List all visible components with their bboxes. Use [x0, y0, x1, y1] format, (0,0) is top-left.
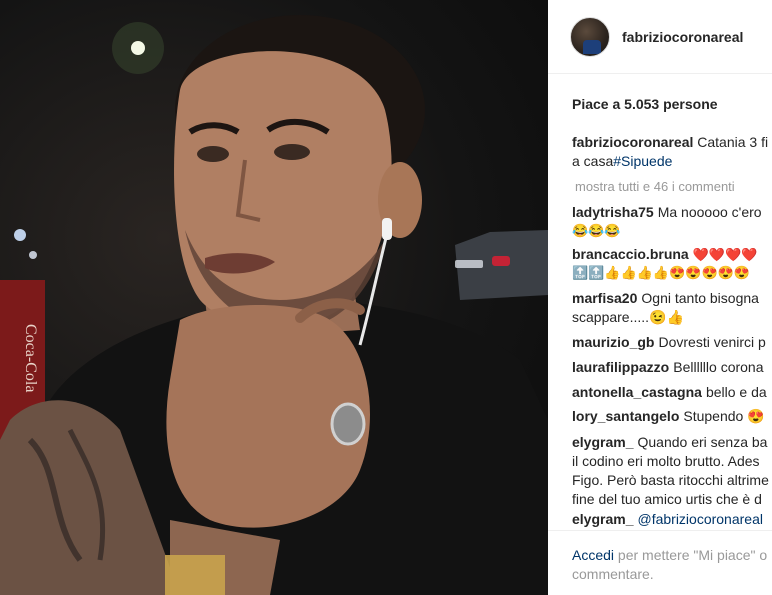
profile-avatar[interactable] — [570, 16, 610, 57]
login-prompt-text: per mettere "Mi piace" o — [617, 547, 768, 563]
login-prompt: Accedi per mettere "Mi piace" o commenta… — [548, 530, 772, 584]
login-prompt-text-line2: commentare. — [572, 566, 654, 582]
login-link[interactable]: Accedi — [572, 547, 614, 563]
comment-username[interactable]: elygram_ — [572, 434, 633, 450]
comment-username[interactable]: lory_santangelo — [572, 408, 679, 424]
comment-text: Dovresti venirci p — [658, 334, 766, 350]
comment-username[interactable]: maurizio_gb — [572, 334, 654, 350]
caption-text-line2: a casa — [572, 153, 614, 169]
comment-emoji: 😂😂😂 — [572, 223, 621, 238]
comment-username[interactable]: elygram_ — [572, 511, 633, 527]
comment-item: elygram_ Quando eri senza ba il codino er… — [572, 433, 772, 509]
comment-item: lory_santangelo Stupendo 😍 — [572, 407, 772, 426]
post-details-panel: fabriziocoronareal Piace a 5.053 persone… — [548, 0, 772, 595]
caption-hashtag[interactable]: #Sipuede — [613, 153, 672, 169]
comment-emoji: ❤️❤️❤️❤️ — [692, 247, 758, 262]
comment-item: brancaccio.bruna ❤️❤️❤️❤️ 🔝🔝👍👍👍👍😍😍😍😍😍 — [572, 245, 772, 282]
caption-username[interactable]: fabriziocoronareal — [572, 134, 693, 150]
comment-username[interactable]: brancaccio.bruna — [572, 246, 689, 262]
comment-text: Stupendo 😍 — [683, 408, 765, 424]
comment-text: Quando eri senza ba — [637, 434, 768, 450]
comment-item: elygram_ @fabriziocoronareal — [572, 510, 772, 529]
comment-username[interactable]: laurafilippazzo — [572, 359, 669, 375]
comment-username[interactable]: antonella_castagna — [572, 384, 702, 400]
likes-count[interactable]: Piace a 5.053 persone — [572, 96, 718, 112]
comment-item: ladytrisha75 Ma nooooo c'ero 😂😂😂 — [572, 203, 772, 240]
caption-text: Catania 3 fi — [697, 134, 769, 150]
comment-item: laurafilippazzo Bellllllo corona — [572, 358, 772, 377]
comment-emoji-line2: 🔝🔝👍👍👍👍😍😍😍😍😍 — [572, 265, 751, 280]
comment-username[interactable]: marfisa20 — [572, 290, 637, 306]
show-all-comments-link[interactable]: mostra tutti e 46 i commenti — [575, 179, 735, 194]
post-caption: fabriziocoronareal Catania 3 fi a casa#S… — [572, 133, 772, 171]
post-photo-illustration: Coca-Cola — [0, 15, 548, 595]
comment-mention[interactable]: @fabriziocoronareal — [637, 511, 763, 527]
comment-item: antonella_castagna bello e da — [572, 383, 772, 402]
comment-text-line3: Figo. Però basta ritocchi altrime — [572, 472, 769, 488]
comment-username[interactable]: ladytrisha75 — [572, 204, 654, 220]
comment-text: bello e da — [705, 384, 767, 400]
post-header: fabriziocoronareal — [548, 0, 772, 74]
post-photo[interactable]: Coca-Cola — [0, 0, 548, 595]
comment-text: Ma nooooo c'ero — [657, 204, 762, 220]
svg-text:Coca-Cola: Coca-Cola — [22, 324, 39, 392]
comment-text-line4: fine del tuo amico urtis che è d — [572, 491, 762, 507]
comment-text: Ogni tanto bisogna — [641, 290, 759, 306]
comment-item: marfisa20 Ogni tanto bisogna scappare....… — [572, 289, 772, 327]
comment-text-line2: il codino eri molto brutto. Ades — [572, 453, 760, 469]
comment-item: maurizio_gb Dovresti venirci p — [572, 333, 772, 352]
post-username[interactable]: fabriziocoronareal — [622, 29, 743, 45]
comment-text: Bellllllo corona — [673, 359, 764, 375]
comment-text-line2: scappare.....😉👍 — [572, 309, 684, 325]
